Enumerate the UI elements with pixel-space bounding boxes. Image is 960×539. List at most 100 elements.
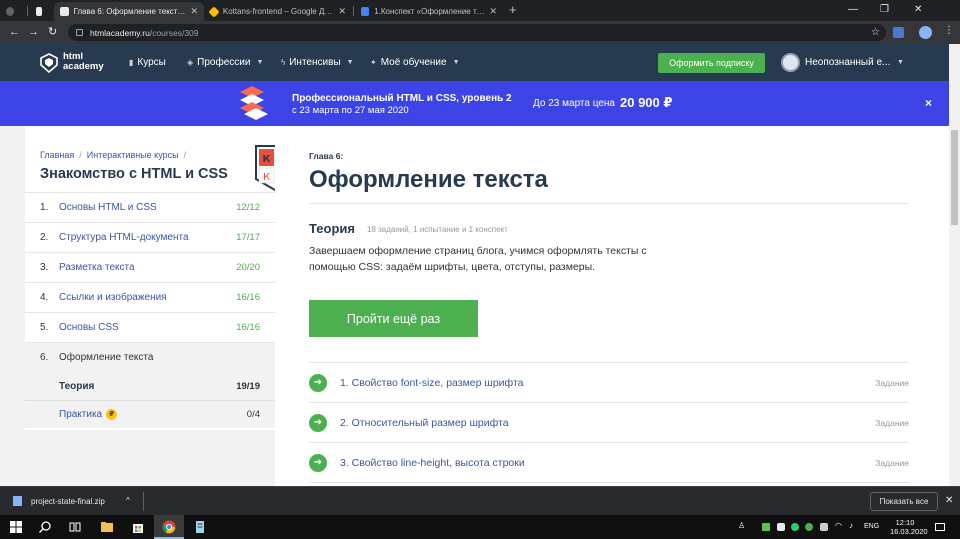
clock[interactable]: 12:10 16.03.2020 (890, 518, 928, 536)
lesson-score: 20/20 (236, 262, 260, 273)
user-name[interactable]: Неопознанный е... (805, 57, 890, 68)
lesson-number: 5. (40, 322, 49, 333)
lesson-title: Основы HTML и CSS (59, 202, 157, 213)
new-tab-button[interactable]: + (509, 3, 517, 17)
tab-google-drive[interactable]: Kottans-frontend – Google Диск ✕ (204, 2, 352, 21)
nav-courses[interactable]: ▮ Курсы (129, 57, 166, 68)
chevron-down-icon[interactable]: ▼ (897, 59, 904, 66)
clock-date: 16.03.2020 (890, 527, 928, 536)
sub-lesson-practice[interactable]: Практика ₽ 0/4 (25, 400, 275, 428)
scrollbar-thumb[interactable] (951, 130, 958, 225)
language-indicator[interactable]: ENG (864, 523, 879, 530)
promo-banner[interactable]: Профессиональный HTML и CSS, уровень 2 с… (0, 81, 949, 126)
lesson-score: 16/16 (236, 292, 260, 303)
lesson-item-5[interactable]: 5. Основы CSS 16/16 (25, 312, 275, 342)
bookmark-star-icon[interactable]: ☆ (871, 27, 880, 38)
nav-professions[interactable]: ◈ Профессии ▼ (187, 57, 263, 68)
lesson-item-4[interactable]: 4. Ссылки и изображения 16/16 (25, 282, 275, 312)
user-avatar[interactable] (781, 53, 800, 72)
volume-icon[interactable]: ♪ (849, 521, 857, 530)
task-item-2[interactable]: ➔ 2. Относительный размер шрифта Задание (309, 403, 909, 443)
nav-label: Моё обучение (380, 57, 447, 68)
promo-price: 20 900 ₽ (620, 95, 673, 110)
address-bar[interactable]: htmlacademy.ru /courses/309 ☆ (68, 24, 886, 41)
network-icon[interactable]: ◠ (835, 521, 843, 530)
windows-start-icon[interactable] (9, 520, 23, 534)
file-explorer-icon[interactable] (100, 520, 114, 534)
notifications-icon[interactable] (935, 523, 945, 531)
tray-app-icon[interactable] (820, 523, 828, 531)
lesson-item-1[interactable]: 1. Основы HTML и CSS 12/12 (25, 192, 275, 222)
tray-app-icon[interactable] (805, 523, 813, 531)
subscribe-button[interactable]: Оформить подписку (658, 53, 765, 73)
nav-label: Интенсивы (289, 57, 341, 68)
nav-my-learning[interactable]: ✦ Моё обучение ▼ (370, 57, 460, 68)
lesson-item-2[interactable]: 2. Структура HTML-документа 17/17 (25, 222, 275, 252)
taskbar-chrome-active[interactable] (154, 515, 184, 539)
breadcrumb-interactive-courses[interactable]: Интерактивные курсы (87, 150, 179, 160)
tab-pinned-1[interactable] (0, 2, 25, 21)
close-window-icon[interactable]: ✕ (914, 4, 922, 15)
forward-icon[interactable]: → (28, 25, 39, 39)
search-icon[interactable] (38, 520, 52, 534)
close-icon[interactable]: ✕ (945, 495, 953, 506)
tab-title: 1.Конспект «Оформление текста (374, 7, 486, 16)
task-view-icon[interactable] (68, 520, 82, 534)
back-icon[interactable]: ← (9, 25, 20, 39)
lesson-title: Оформление текста (59, 352, 154, 363)
close-tab-icon[interactable]: ✕ (186, 6, 198, 17)
badge-letter-3: К (263, 172, 270, 183)
show-all-downloads-button[interactable]: Показать все (870, 492, 938, 511)
tab-htmlacademy[interactable]: Глава 6: Оформление текста — ✕ (54, 2, 204, 21)
reload-icon[interactable]: ↻ (48, 25, 57, 39)
lesson-title: Разметка текста (59, 262, 135, 273)
close-tab-icon[interactable]: ✕ (334, 6, 346, 17)
promo-dates: с 23 марта по 27 мая 2020 (292, 105, 409, 116)
layers-icon: ◈ (187, 58, 194, 67)
browser-menu-icon[interactable]: ⋮ (944, 25, 954, 36)
tab-google-doc[interactable]: 1.Конспект «Оформление текста ✕ (355, 2, 503, 21)
task-name: 3. Свойство line-height, высота строки (340, 456, 525, 469)
tray-app-icon[interactable] (762, 523, 770, 531)
breadcrumb: Главная / Интерактивные курсы / (40, 150, 191, 160)
task-item-3[interactable]: ➔ 3. Свойство line-height, высота строки… (309, 443, 909, 483)
lesson-number: 1. (40, 202, 49, 213)
download-file-name[interactable]: project-state-final.zip (31, 497, 105, 506)
close-tab-icon[interactable]: ✕ (485, 6, 497, 17)
store-icon[interactable] (131, 520, 145, 534)
chevron-down-icon: ▼ (256, 59, 264, 66)
page-title: Оформление текста (309, 166, 548, 193)
extension-icon[interactable] (893, 27, 904, 38)
logo-text[interactable]: html academy (63, 52, 104, 72)
breadcrumb-separator: / (183, 150, 187, 160)
tray-app-icon[interactable] (777, 523, 785, 531)
divider (309, 203, 909, 204)
people-icon[interactable]: ♙ (738, 521, 746, 530)
breadcrumb-home[interactable]: Главная (40, 150, 74, 160)
url-host: htmlacademy.ru (90, 27, 150, 38)
url-path: /courses/309 (149, 27, 199, 38)
lesson-title: Структура HTML-документа (59, 232, 189, 243)
page-scrollbar[interactable] (949, 44, 960, 486)
retry-button[interactable]: Пройти ещё раз (309, 300, 478, 337)
lesson-item-6-current[interactable]: 6. Оформление текста (25, 342, 275, 372)
tab-pinned-2[interactable] (30, 2, 53, 21)
notepad-icon[interactable] (193, 520, 207, 534)
whatsapp-icon[interactable] (791, 523, 799, 531)
bolt-icon: ϟ (281, 58, 286, 67)
htmlacademy-logo-icon[interactable] (40, 53, 58, 73)
close-icon[interactable]: × (925, 96, 932, 110)
clock-time: 12:10 (895, 518, 915, 527)
chevron-up-icon[interactable]: ^ (126, 496, 130, 505)
nav-intensives[interactable]: ϟ Интенсивы ▼ (281, 57, 354, 68)
lesson-item-3[interactable]: 3. Разметка текста 20/20 (25, 252, 275, 282)
maximize-icon[interactable]: ❐ (880, 4, 889, 15)
sub-lesson-theory[interactable]: Теория 19/19 (25, 372, 275, 400)
task-type: Задание (875, 377, 909, 388)
google-drive-icon (208, 5, 220, 18)
file-icon (13, 496, 22, 506)
lesson-score: 17/17 (236, 232, 260, 243)
profile-avatar-icon[interactable] (919, 26, 932, 39)
minimize-icon[interactable]: — (848, 4, 858, 15)
task-item-1[interactable]: ➔ 1. Свойство font-size, размер шрифта З… (309, 363, 909, 403)
